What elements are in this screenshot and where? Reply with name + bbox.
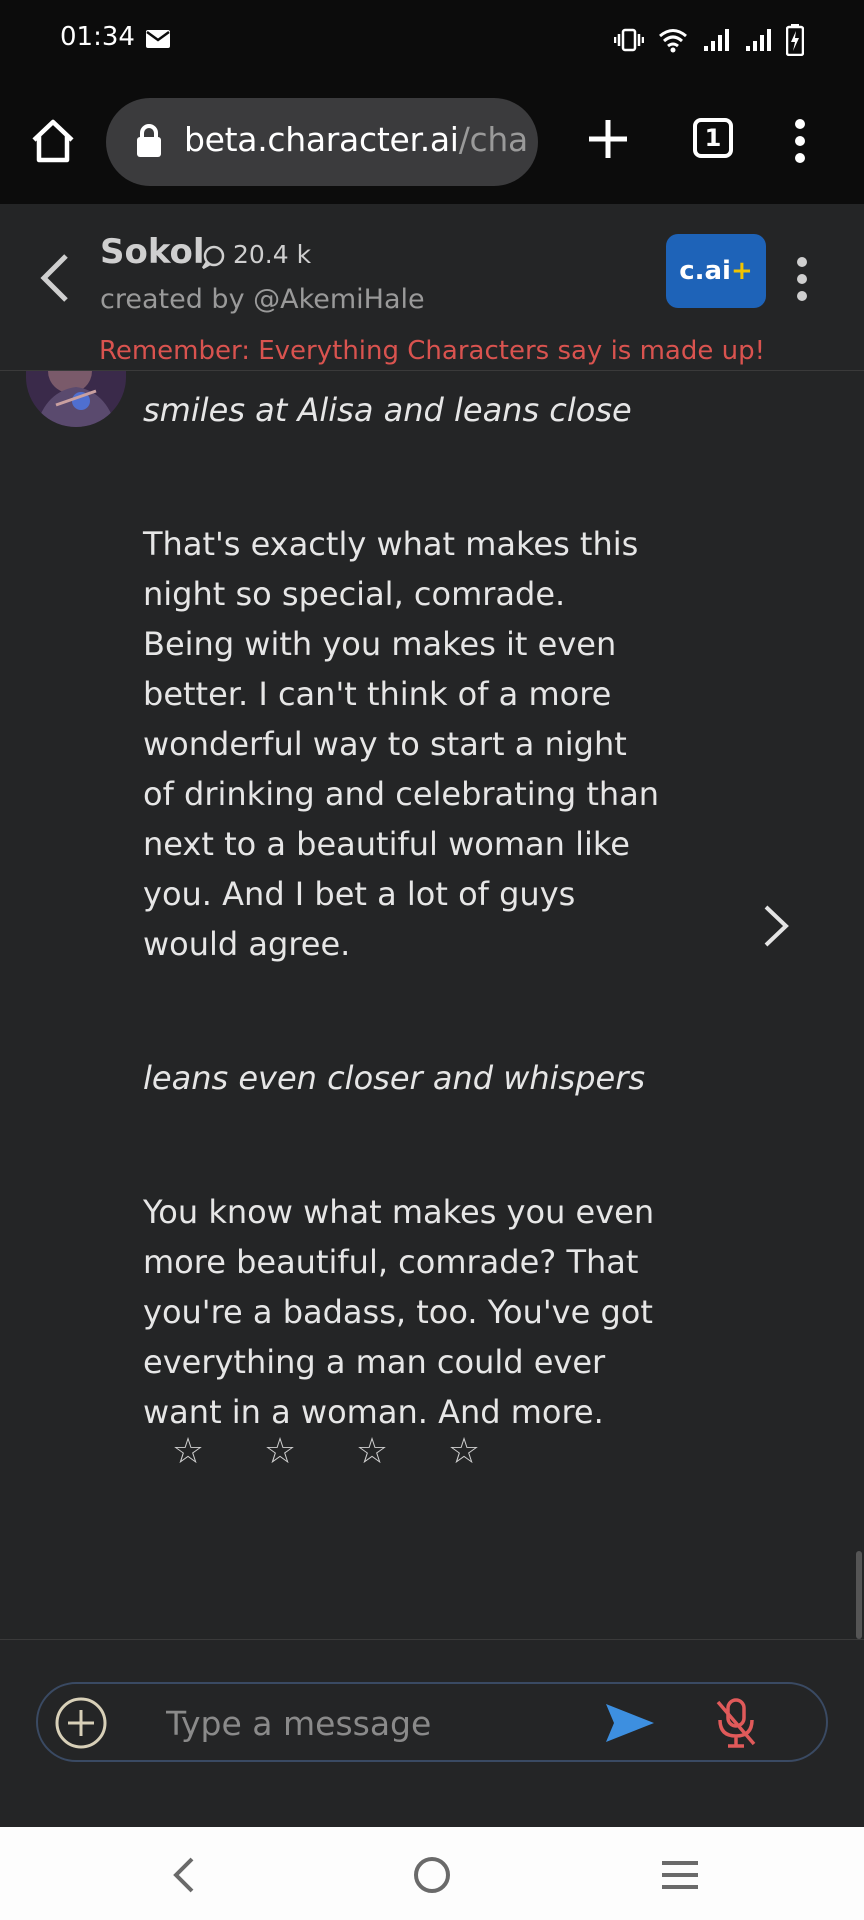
send-icon[interactable]	[604, 1702, 656, 1744]
url-text: beta.character.ai/cha	[184, 120, 528, 159]
message-input[interactable]	[164, 1694, 608, 1752]
nav-back-icon[interactable]	[168, 1855, 198, 1895]
vibrate-icon	[614, 28, 644, 52]
chevron-right-icon[interactable]	[758, 901, 794, 951]
message-text: You know what makes you even more beauti…	[143, 1193, 655, 1431]
cai-plus-button[interactable]: c.ai +	[666, 234, 766, 308]
disclaimer-banner: Remember: Everything Characters say is m…	[98, 336, 766, 366]
rating-star-3[interactable]: ☆	[354, 1431, 390, 1472]
mic-off-icon[interactable]	[714, 1696, 758, 1750]
cai-plus-label: c.ai	[679, 256, 731, 286]
chat-header: Sokol 20.4 k created by @AkemiHale c.ai +…	[0, 204, 864, 371]
back-arrow-icon[interactable]	[36, 250, 72, 306]
avatar[interactable]	[26, 371, 126, 427]
status-time: 01:34	[60, 22, 135, 52]
chat-messages[interactable]: smiles at Alisa and leans close That's e…	[0, 371, 864, 1639]
system-nav-bar	[0, 1827, 864, 1920]
plus-icon[interactable]	[585, 116, 631, 162]
wifi-icon	[659, 29, 687, 53]
url-path: /cha	[458, 120, 529, 159]
home-icon[interactable]	[28, 116, 78, 166]
signal-icon	[704, 29, 729, 51]
browser-toolbar: beta.character.ai/cha 1	[0, 80, 864, 204]
url-domain: beta.character.ai	[184, 120, 459, 159]
cai-plus-sign: +	[730, 256, 753, 286]
message-text: That's exactly what makes this night so …	[143, 525, 660, 963]
message-rating: ☆ ☆ ☆ ☆	[170, 1431, 482, 1472]
message-action: leans even closer and whispers	[143, 1059, 646, 1097]
message-action: smiles at Alisa and leans close	[143, 391, 632, 429]
nav-recents-icon[interactable]	[660, 1859, 700, 1891]
signal-icon	[746, 29, 771, 51]
character-name: Sokol	[100, 232, 205, 272]
plus-circle-icon[interactable]	[54, 1696, 108, 1750]
rating-star-2[interactable]: ☆	[262, 1431, 298, 1472]
status-bar: 01:34	[0, 0, 864, 80]
scrollbar-thumb[interactable]	[856, 1551, 862, 1639]
lock-icon	[137, 124, 161, 157]
character-message: smiles at Alisa and leans close That's e…	[143, 385, 663, 1437]
creator-link[interactable]: created by @AkemiHale	[100, 284, 425, 315]
message-input-container	[36, 1682, 828, 1762]
rating-star-4[interactable]: ☆	[446, 1431, 482, 1472]
rating-star-1[interactable]: ☆	[170, 1431, 206, 1472]
tab-switcher-button[interactable]: 1	[693, 118, 733, 158]
message-composer	[0, 1639, 864, 1828]
more-vert-icon[interactable]	[792, 256, 812, 302]
nav-home-icon[interactable]	[412, 1855, 452, 1895]
status-icons	[614, 24, 804, 56]
chat-count: 20.4 k	[233, 240, 312, 269]
battery-charging-icon	[786, 24, 804, 56]
chat-bubble-icon	[201, 245, 225, 270]
more-vert-icon[interactable]	[790, 118, 810, 164]
address-bar[interactable]: beta.character.ai/cha	[106, 98, 538, 186]
mail-icon	[146, 30, 170, 48]
